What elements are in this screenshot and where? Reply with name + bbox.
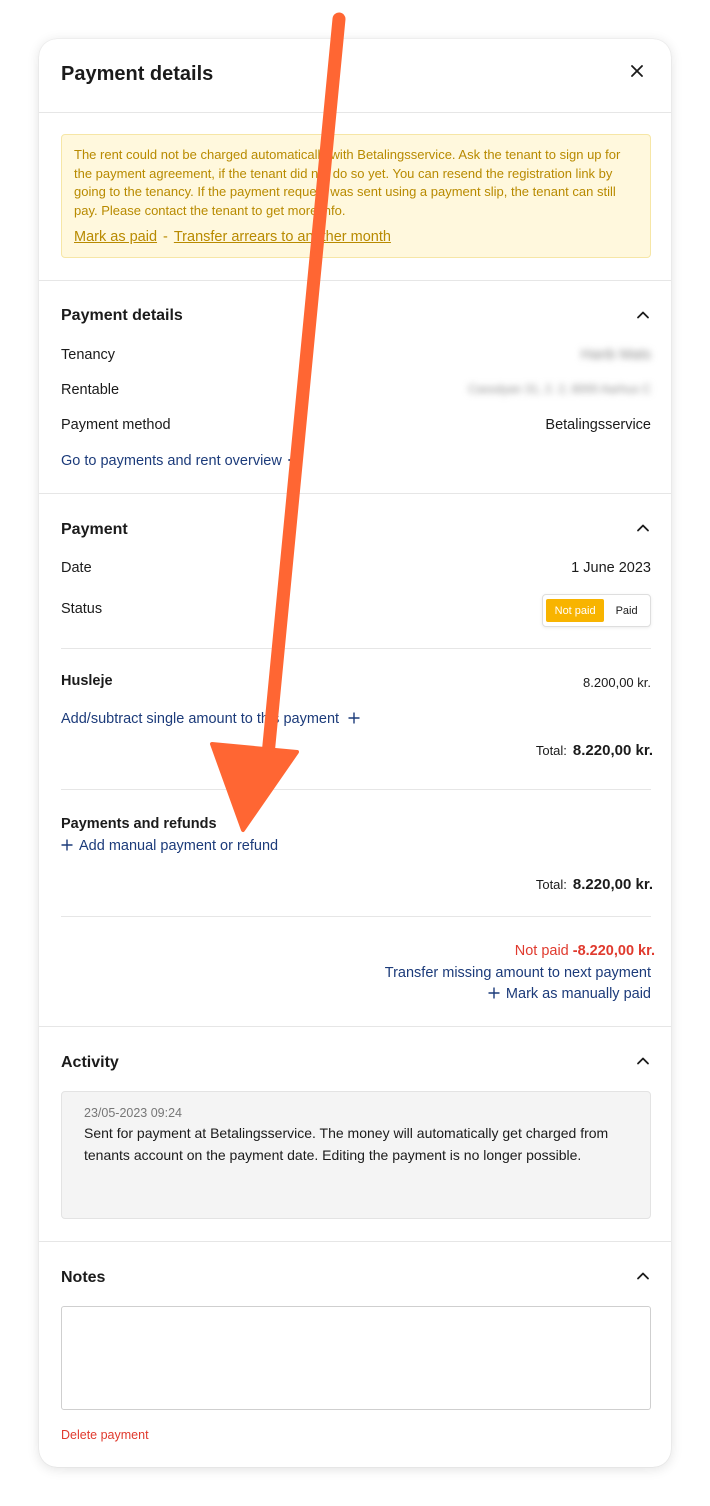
mark-as-paid-link[interactable]: Mark as paid	[74, 229, 157, 245]
section-divider	[39, 280, 671, 281]
payment-section-title: Payment	[61, 521, 128, 538]
status-toggle: Not paid Paid	[542, 594, 651, 627]
rent-item-label: Husleje	[61, 673, 113, 689]
mark-manually-paid-label: Mark as manually paid	[505, 986, 651, 1002]
refunds-total: Total: 8.220,00 kr.	[536, 876, 653, 893]
status-label: Status	[61, 601, 103, 617]
rentable-value[interactable]: Cassdyan 31, 2. 2, 8000 Aarhus C	[468, 382, 651, 396]
chevron-up-icon[interactable]	[635, 1268, 651, 1284]
section-divider	[39, 1026, 671, 1027]
notes-textarea[interactable]	[61, 1306, 651, 1410]
payment-method-value: Betalingsservice	[545, 417, 651, 433]
activity-text: Sent for payment at Betalingsservice. Th…	[84, 1125, 609, 1163]
not-paid-label: Not paid	[514, 943, 569, 959]
transfer-arrears-link[interactable]: Transfer arrears to another month	[174, 229, 391, 245]
panel-header: Payment details	[39, 39, 671, 113]
add-manual-payment-link[interactable]: Add manual payment or refund	[61, 838, 278, 854]
panel-title: Payment details	[61, 63, 214, 85]
alert-separator: -	[163, 229, 168, 245]
not-paid-value: -8.220,00 kr.	[572, 943, 655, 959]
payments-overview-link[interactable]: Go to payments and rent overview	[61, 453, 302, 469]
transfer-missing-amount-link[interactable]: Transfer missing amount to next payment	[385, 965, 651, 981]
activity-entry: 23/05-2023 09:24 Sent for payment at Bet…	[61, 1091, 651, 1219]
payment-method-label: Payment method	[61, 417, 171, 433]
not-paid-balance: Not paid -8.220,00 kr.	[515, 943, 655, 959]
plus-icon	[348, 712, 360, 724]
section-divider	[39, 493, 671, 494]
status-not-paid-option[interactable]: Not paid	[546, 599, 605, 622]
chevron-up-icon[interactable]	[635, 307, 651, 323]
section-divider	[39, 1241, 671, 1242]
rentable-label: Rentable	[61, 382, 120, 398]
date-label: Date	[61, 560, 92, 576]
notes-section-title: Notes	[61, 1269, 106, 1286]
add-manual-payment-label: Add manual payment or refund	[79, 838, 279, 854]
mark-manually-paid-link[interactable]: Mark as manually paid	[488, 986, 651, 1002]
alert-actions: Mark as paid - Transfer arrears to another…	[74, 228, 638, 247]
inner-divider	[61, 916, 651, 917]
chevron-up-icon[interactable]	[635, 1053, 651, 1069]
chevron-up-icon[interactable]	[635, 520, 651, 536]
add-single-amount-label: Add/subtract single amount to this payme…	[61, 711, 340, 727]
inner-divider	[61, 648, 651, 649]
plus-icon	[488, 987, 500, 999]
add-single-amount-link[interactable]: Add/subtract single amount to this payme…	[61, 711, 360, 727]
status-paid-option[interactable]: Paid	[606, 599, 647, 622]
arrow-right-icon	[287, 454, 301, 466]
refunds-total-value: 8.220,00 kr.	[572, 876, 653, 893]
date-value: 1 June 2023	[571, 560, 651, 576]
inner-divider	[61, 789, 651, 790]
rent-item-value: 8.200,00 kr.	[583, 675, 651, 690]
payment-total-label: Total:	[535, 743, 567, 758]
payment-details-panel: Payment details The rent could not be ch…	[39, 39, 671, 1467]
tenancy-value[interactable]: Hanb Mats	[581, 347, 651, 363]
activity-timestamp: 23/05-2023 09:24	[84, 1106, 183, 1120]
refunds-title: Payments and refunds	[61, 816, 217, 832]
payment-total-value: 8.220,00 kr.	[572, 742, 653, 759]
delete-payment-link[interactable]: Delete payment	[61, 1428, 149, 1442]
warning-alert: The rent could not be charged automatica…	[61, 134, 651, 258]
refunds-total-label: Total:	[535, 877, 567, 892]
close-icon[interactable]	[627, 61, 647, 81]
payments-overview-label: Go to payments and rent overview	[61, 453, 282, 469]
activity-section-title: Activity	[61, 1054, 119, 1071]
plus-icon	[61, 839, 73, 851]
tenancy-label: Tenancy	[61, 347, 116, 363]
alert-message: The rent could not be charged automatica…	[74, 147, 621, 218]
payment-total: Total: 8.220,00 kr.	[536, 742, 653, 759]
details-section-title: Payment details	[61, 307, 183, 324]
